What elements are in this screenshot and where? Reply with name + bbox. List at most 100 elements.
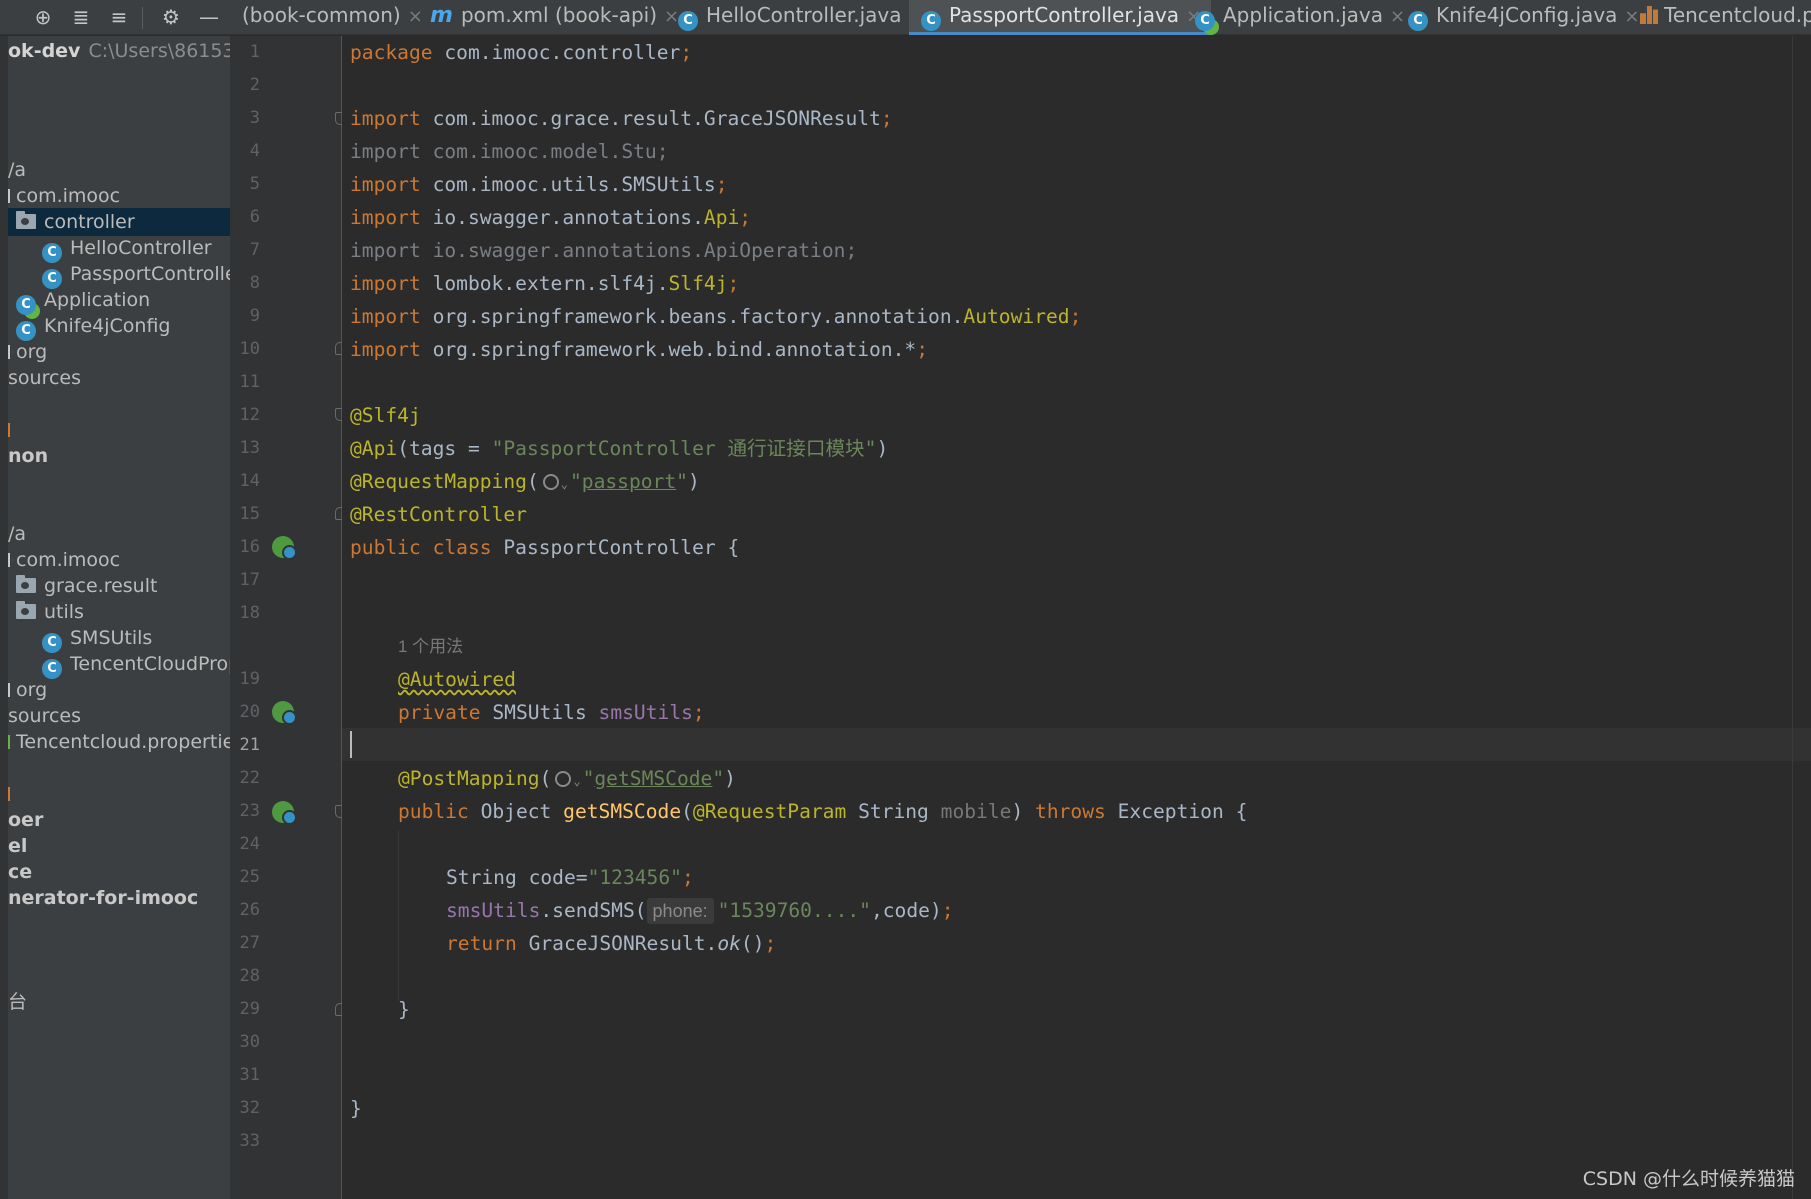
line-number[interactable]: 5 (230, 168, 260, 201)
tree-item-tencentcloud-properties[interactable]: Tencentcloud.properties (8, 728, 230, 756)
spring-bean-gutter-icon[interactable] (272, 536, 297, 560)
tree-item-java[interactable]: /a (8, 156, 26, 184)
chevron-down-icon[interactable]: ⌄ (561, 477, 568, 491)
chevron-down-icon[interactable]: ⌄ (573, 774, 580, 788)
line-number[interactable]: 13 (230, 432, 260, 465)
line-number[interactable]: 3 (230, 102, 260, 135)
globe-icon[interactable] (555, 771, 572, 787)
globe-icon[interactable] (542, 474, 559, 490)
line-number[interactable]: 32 (230, 1092, 260, 1125)
tree-item-org[interactable]: org (8, 676, 47, 704)
tab-book-common[interactable]: (book-common) × (242, 0, 423, 35)
line-number[interactable]: 12 (230, 399, 260, 432)
close-icon[interactable]: × (408, 6, 423, 27)
project-root[interactable]: ok-dev C:\Users\86153\D (8, 40, 230, 66)
tree-label: org (16, 679, 48, 701)
line-number[interactable]: 17 (230, 564, 260, 597)
line-number[interactable]: 8 (230, 267, 260, 300)
line-number[interactable]: 20 (230, 696, 260, 729)
tree-guide-orange (8, 780, 16, 808)
tab-tencentcloud-properties[interactable]: Tencentcloud.pro (1640, 0, 1811, 35)
expand-all-icon[interactable]: ≣ (68, 4, 94, 30)
line-number[interactable]: 14 (230, 465, 260, 498)
tree-item-knife4j-config[interactable]: C Knife4jConfig (8, 312, 171, 341)
line-number[interactable]: 28 (230, 960, 260, 993)
line-number[interactable]: 21 (230, 729, 260, 762)
close-icon[interactable]: × (1624, 6, 1639, 27)
tree-label: PassportController (70, 263, 230, 285)
tree-item-module[interactable]: el (8, 832, 27, 860)
tree-item-package[interactable]: com.imooc (8, 182, 120, 210)
tree-label: org (16, 341, 48, 363)
line-number[interactable]: 1 (230, 36, 260, 69)
tree-item-module[interactable]: ce (8, 858, 32, 886)
hide-panel-icon[interactable]: — (196, 4, 222, 30)
line-number[interactable]: 29 (230, 993, 260, 1026)
tree-label: /a (8, 159, 27, 181)
line-number[interactable]: 24 (230, 828, 260, 861)
tree-item-grace-result[interactable]: grace.result (8, 572, 157, 600)
usages-inlay-hint[interactable]: 1 个用法 (398, 632, 463, 662)
tree-item-package[interactable]: com.imooc (8, 546, 120, 574)
tree-item-java[interactable]: /a (8, 520, 26, 548)
tree-item-passport-controller[interactable]: C PassportController (8, 260, 230, 289)
tab-pom-xml[interactable]: m pom.xml (book-api) × (430, 0, 679, 35)
code-line-3: import com.imooc.grace.result.GraceJSONR… (350, 107, 893, 130)
tree-label: Tencentcloud.properties (16, 731, 230, 753)
code-line-9: import org.springframework.beans.factory… (350, 305, 1082, 328)
tree-item-org[interactable]: org (8, 338, 47, 366)
line-number[interactable]: 2 (230, 69, 260, 102)
line-number[interactable]: 16 (230, 531, 260, 564)
tree-item-module[interactable]: oer (8, 806, 43, 834)
tree-item-controller[interactable]: controller (8, 208, 230, 236)
tab-knife4j-config[interactable]: C Knife4jConfig.java × (1408, 0, 1640, 35)
locate-icon[interactable]: ⊕ (30, 4, 56, 30)
line-number[interactable]: 31 (230, 1059, 260, 1092)
gear-icon[interactable]: ⚙ (158, 4, 184, 30)
url-link[interactable]: passport (582, 470, 676, 493)
tab-application[interactable]: C Application.java × (1195, 0, 1405, 35)
line-number[interactable]: 15 (230, 498, 260, 531)
tree-item-hello-controller[interactable]: C HelloController (8, 234, 212, 263)
line-number[interactable]: 33 (230, 1125, 260, 1158)
line-number[interactable]: 18 (230, 597, 260, 630)
line-number[interactable]: 11 (230, 366, 260, 399)
tree-item-tencent-cloud-prop[interactable]: C TencentCloudProp (8, 650, 230, 679)
line-number[interactable]: 23 (230, 795, 260, 828)
tree-label: TencentCloudProp (70, 653, 230, 675)
spring-autowired-gutter-icon[interactable] (272, 701, 297, 725)
line-number[interactable]: 10 (230, 333, 260, 366)
close-icon[interactable]: × (1390, 6, 1405, 27)
url-link[interactable]: getSMSCode (594, 767, 712, 790)
tab-hello-controller[interactable]: CHelloController.java× (678, 0, 924, 35)
code-line-6: import io.swagger.annotations.Api; (350, 206, 752, 229)
line-number[interactable]: 25 (230, 861, 260, 894)
code-line-13: @Api(tags = "PassportController 通行证接口模块"… (350, 437, 889, 460)
spring-endpoint-gutter-icon[interactable] (272, 801, 297, 825)
tree-item-utils[interactable]: utils (8, 598, 84, 626)
package-folder-icon (16, 211, 36, 229)
tree-label: non (8, 445, 49, 467)
line-number[interactable]: 9 (230, 300, 260, 333)
tree-item-console[interactable]: 台 (8, 988, 27, 1016)
code-line-1: package com.imooc.controller; (350, 41, 693, 64)
tree-item-resources[interactable]: sources (8, 702, 81, 730)
line-number[interactable]: 7 (230, 234, 260, 267)
line-number[interactable]: 4 (230, 135, 260, 168)
tree-label: sources (8, 705, 81, 727)
editor-scrollbar[interactable] (1792, 36, 1793, 1199)
tab-passport-controller[interactable]: C PassportController.java × (909, 0, 1212, 35)
collapse-all-icon[interactable]: ≡ (106, 4, 132, 30)
line-number[interactable]: 26 (230, 894, 260, 927)
line-number[interactable]: 27 (230, 927, 260, 960)
line-number[interactable]: 19 (230, 663, 260, 696)
tree-item-module[interactable]: nerator-for-imooc (8, 884, 198, 912)
close-icon[interactable]: × (664, 6, 679, 27)
tree-item-sms-utils[interactable]: C SMSUtils (8, 624, 152, 653)
line-number[interactable]: 6 (230, 201, 260, 234)
tree-item-resources[interactable]: sources (8, 364, 81, 392)
line-number[interactable]: 30 (230, 1026, 260, 1059)
line-number[interactable]: 22 (230, 762, 260, 795)
tree-item-application[interactable]: C Application (8, 286, 150, 315)
tree-item-book-common[interactable]: non (8, 442, 48, 470)
